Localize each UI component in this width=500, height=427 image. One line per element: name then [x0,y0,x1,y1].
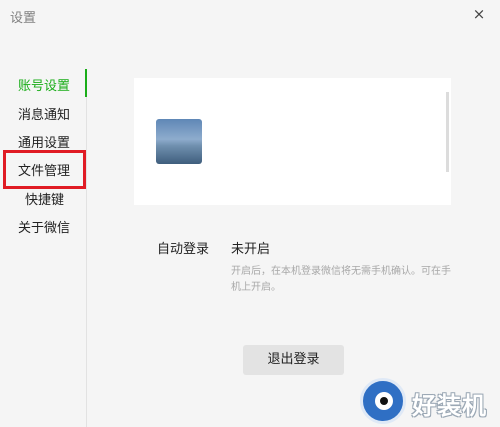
close-icon[interactable]: × [470,5,488,23]
watermark: 好装机 [358,374,500,427]
logout-button[interactable]: 退出登录 [243,345,344,375]
sidebar-item-shortcuts[interactable]: 快捷键 [25,189,64,208]
watermark-pupil-icon [380,397,388,405]
sidebar-divider [86,70,87,427]
sidebar-item-about[interactable]: 关于微信 [18,217,70,236]
active-indicator [85,69,87,97]
avatar[interactable] [156,119,202,164]
auto-login-description: 开启后，在本机登录微信将无需手机确认。可在手机上开启。 [231,266,451,293]
watermark-logo-icon [360,378,406,424]
sidebar-item-general[interactable]: 通用设置 [18,132,70,151]
settings-sidebar [0,70,88,427]
highlight-box [3,150,86,189]
sidebar-item-account-settings[interactable]: 账号设置 [18,75,70,94]
sidebar-item-notifications[interactable]: 消息通知 [18,104,70,123]
watermark-text: 好装机 [412,392,487,420]
watermark-eye-icon [375,392,393,410]
auto-login-status: 未开启 [231,242,271,257]
auto-login-label: 自动登录 [157,242,210,257]
card-edge [446,92,449,172]
window-title: 设置 [10,11,37,26]
